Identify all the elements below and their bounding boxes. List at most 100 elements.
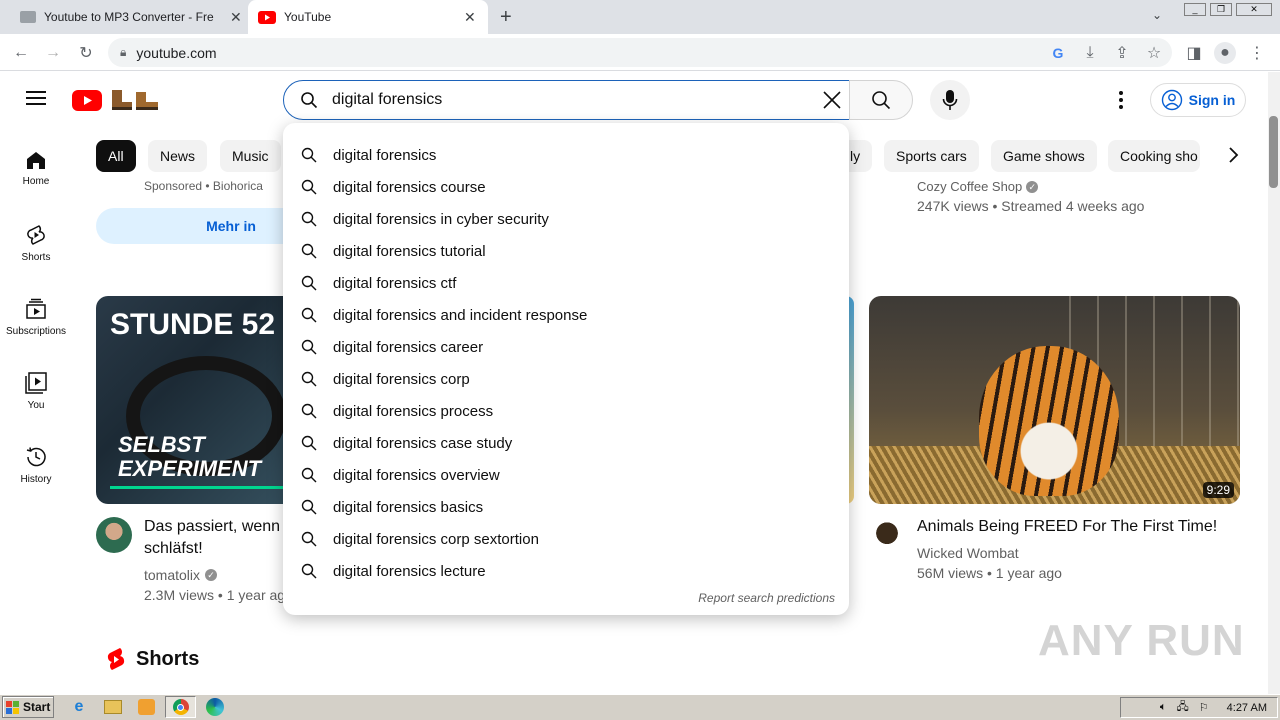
suggestion-item[interactable]: digital forensics in cyber security xyxy=(283,203,849,235)
chrome-taskbar-button[interactable] xyxy=(165,696,196,718)
thumbnail-text: EXPERIMENT xyxy=(118,456,262,481)
chip-game-shows[interactable]: Game shows xyxy=(991,140,1097,172)
tab-close-icon[interactable]: ✕ xyxy=(230,9,242,26)
clear-search-icon[interactable] xyxy=(821,89,843,111)
suggestion-item[interactable]: digital forensics corp xyxy=(283,363,849,395)
chip-cooking-shows[interactable]: Cooking sho xyxy=(1108,140,1200,172)
suggestion-text: digital forensics in cyber security xyxy=(333,210,549,228)
watermark-text: ANY RUN xyxy=(1038,616,1245,665)
video-title-line: schläfst! xyxy=(144,540,203,557)
channel-name[interactable]: tomatolix ✓ xyxy=(144,567,218,583)
search-box[interactable] xyxy=(283,80,850,120)
suggestion-item[interactable]: digital forensics overview xyxy=(283,459,849,491)
ad-more-label: Mehr in xyxy=(206,218,256,234)
sidebar-item-subscriptions[interactable]: Subscriptions xyxy=(0,298,72,337)
start-button[interactable]: Start xyxy=(2,696,54,718)
tab-close-icon[interactable]: ✕ xyxy=(464,9,476,26)
suggestion-item[interactable]: digital forensics case study xyxy=(283,427,849,459)
share-icon[interactable]: ⇪ xyxy=(1111,42,1133,64)
video-thumbnail[interactable]: STUNDE 52 SELBST EXPERIMENT xyxy=(96,296,296,504)
report-search-predictions-link[interactable]: Report search predictions xyxy=(698,591,835,605)
browser-tab-youtube[interactable]: YouTube ✕ xyxy=(248,0,488,34)
address-bar[interactable]: 🔒︎ youtube.com xyxy=(108,38,1172,67)
chips-next-icon[interactable] xyxy=(1226,145,1240,170)
suggestion-item[interactable]: digital forensics ctf xyxy=(283,267,849,299)
bookmark-star-icon[interactable]: ☆ xyxy=(1143,42,1165,64)
suggestion-item[interactable]: digital forensics lecture xyxy=(283,555,849,587)
sidebar-label: Shorts xyxy=(21,252,51,263)
video-thumbnail[interactable]: 9:29 xyxy=(869,296,1240,504)
side-panel-icon[interactable]: ◨ xyxy=(1183,42,1205,64)
install-icon[interactable]: ⤓ xyxy=(1079,42,1101,64)
suggestion-item[interactable]: digital forensics process xyxy=(283,395,849,427)
start-label: Start xyxy=(23,700,51,714)
search-button[interactable] xyxy=(849,80,913,120)
back-icon[interactable]: ← xyxy=(10,42,32,64)
search-icon xyxy=(300,91,318,109)
clock: 4:27 AM xyxy=(1226,701,1267,714)
sidebar-item-history[interactable]: History xyxy=(0,446,72,485)
reload-icon[interactable]: ↻ xyxy=(75,42,97,64)
menu-icon[interactable] xyxy=(26,90,46,111)
voice-search-button[interactable] xyxy=(930,80,970,120)
tiger-shape xyxy=(979,346,1119,496)
network-icon[interactable]: 🖧︎ xyxy=(1177,698,1189,717)
search-input[interactable] xyxy=(332,91,812,109)
scrollbar-thumb[interactable] xyxy=(1269,116,1278,188)
suggestion-item[interactable]: digital forensics tutorial xyxy=(283,235,849,267)
settings-more-icon[interactable] xyxy=(1114,90,1128,115)
folder-icon[interactable] xyxy=(104,700,122,714)
history-icon xyxy=(26,447,46,467)
ie-icon[interactable]: e xyxy=(70,698,88,716)
chip-all[interactable]: All xyxy=(96,140,136,172)
video-title[interactable]: Animals Being FREED For The First Time! xyxy=(917,516,1217,538)
chip-music[interactable]: Music xyxy=(220,140,281,172)
sidebar-item-shorts[interactable]: Shorts xyxy=(0,224,72,263)
channel-avatar[interactable] xyxy=(869,517,905,553)
tab-favicon-icon xyxy=(20,11,36,23)
chip-news[interactable]: News xyxy=(148,140,208,172)
suggestion-item[interactable]: digital forensics and incident response xyxy=(283,299,849,331)
forward-icon[interactable]: → xyxy=(42,42,64,64)
suggestion-item[interactable]: digital forensics course xyxy=(283,171,849,203)
browser-menu-icon[interactable]: ⋮ xyxy=(1246,42,1268,64)
google-icon[interactable]: G xyxy=(1047,42,1069,64)
browser-tab-converter[interactable]: Youtube to MP3 Converter - Free MP3 ✕ xyxy=(8,0,248,34)
suggestion-text: digital forensics case study xyxy=(333,434,513,452)
sidebar-item-home[interactable]: Home xyxy=(0,150,72,187)
suggestion-text: digital forensics process xyxy=(333,402,494,420)
url-text: youtube.com xyxy=(136,44,217,61)
flag-icon[interactable]: ⚐ xyxy=(1199,701,1209,714)
tab-search-icon[interactable]: ⌄ xyxy=(1152,8,1162,22)
channel-avatar[interactable] xyxy=(96,517,132,553)
ad-more-button[interactable]: Mehr in xyxy=(96,208,296,244)
close-window-icon[interactable]: ✕ xyxy=(1236,3,1272,16)
youtube-favicon-icon xyxy=(258,10,276,24)
suggestion-item[interactable]: digital forensics basics xyxy=(283,491,849,523)
watermark-logo: ANY RUN xyxy=(1038,612,1244,670)
video-meta: 247K views • Streamed 4 weeks ago xyxy=(917,198,1145,214)
search-icon xyxy=(301,243,317,259)
new-tab-icon[interactable]: + xyxy=(500,6,512,29)
volume-icon[interactable]: 🔈︎ xyxy=(1160,701,1167,714)
suggestion-item[interactable]: digital forensics xyxy=(283,139,849,171)
restore-window-icon[interactable]: ❐ xyxy=(1210,3,1232,16)
suggestion-text: digital forensics course xyxy=(333,178,486,196)
media-player-icon[interactable] xyxy=(138,699,155,715)
channel-name[interactable]: Wicked Wombat xyxy=(917,545,1019,561)
channel-name[interactable]: Cozy Coffee Shop ✓ xyxy=(917,179,1039,194)
edge-icon[interactable] xyxy=(206,698,224,716)
chip-sports-cars[interactable]: Sports cars xyxy=(884,140,979,172)
youtube-logo[interactable] xyxy=(72,88,166,112)
sidebar-item-you[interactable]: You xyxy=(0,372,72,411)
suggestion-item[interactable]: digital forensics corp sextortion xyxy=(283,523,849,555)
suggestion-text: digital forensics tutorial xyxy=(333,242,486,260)
suggestion-text: digital forensics lecture xyxy=(333,562,486,580)
video-title[interactable]: Das passiert, wenn schläfst! xyxy=(144,516,280,560)
search-icon xyxy=(301,339,317,355)
suggestion-item[interactable]: digital forensics career xyxy=(283,331,849,363)
library-icon xyxy=(25,372,47,394)
profile-icon[interactable]: ● xyxy=(1214,42,1236,64)
minimize-window-icon[interactable]: _ xyxy=(1184,3,1206,16)
sign-in-button[interactable]: Sign in xyxy=(1150,83,1246,117)
